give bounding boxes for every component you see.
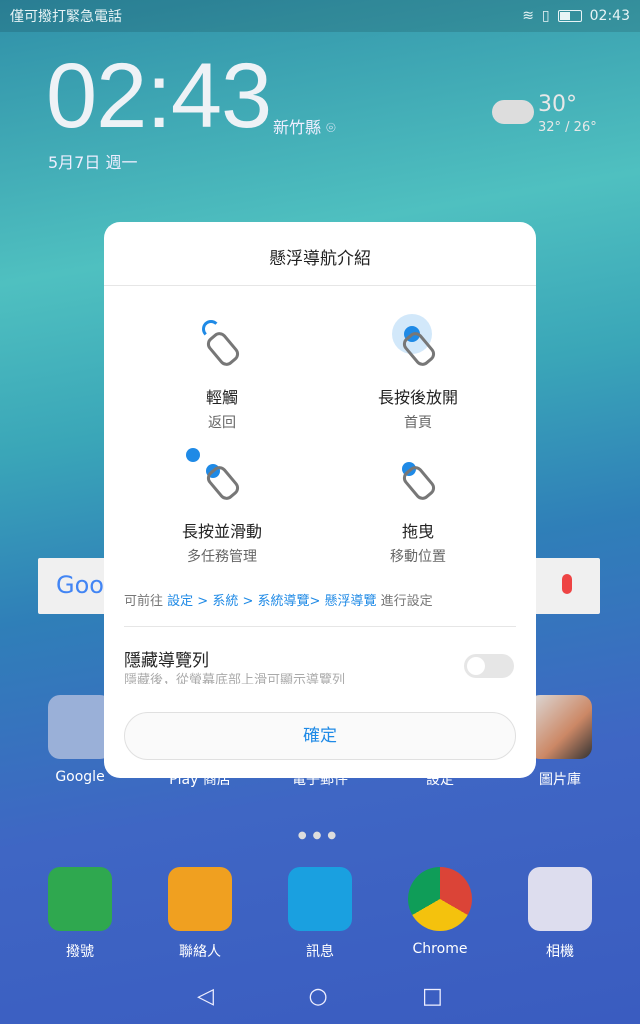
sim-alert-icon: ▯ — [541, 8, 550, 24]
folder-icon — [48, 695, 112, 759]
chrome-icon — [408, 867, 472, 931]
status-time: 02:43 — [589, 8, 630, 24]
hide-navbar-description: 隱藏後，從螢幕底部上滑可顯示導覽列 — [124, 673, 346, 684]
contacts-icon — [168, 867, 232, 931]
confirm-button[interactable]: 確定 — [124, 712, 516, 760]
gesture-tap: 輕觸 返回 — [122, 314, 322, 432]
dock-contacts[interactable]: 聯絡人 — [140, 867, 260, 961]
dock-phone[interactable]: 撥號 — [20, 867, 140, 961]
settings-hint: 可前往 設定 > 系統 > 系統導覽> 懸浮導覽 進行設定 — [124, 594, 433, 609]
hide-navbar-toggle[interactable] — [464, 654, 514, 678]
date: 5月7日 週一 — [48, 153, 138, 172]
cloud-icon — [492, 100, 534, 124]
status-left-text: 僅可撥打緊急電話 — [10, 9, 122, 25]
mic-icon[interactable] — [562, 574, 572, 594]
location: 新竹縣 ⌾ — [273, 118, 336, 137]
hide-navbar-label: 隱藏導覽列 — [124, 651, 209, 671]
slide-gesture-icon — [182, 448, 262, 508]
dock-camera[interactable]: 相機 — [500, 867, 620, 961]
location-pin-icon: ⌾ — [326, 118, 336, 137]
gesture-long-press-slide: 長按並滑動 多任務管理 — [122, 448, 322, 566]
dock-messages[interactable]: 訊息 — [260, 867, 380, 961]
back-icon[interactable]: ◁ — [197, 984, 214, 1009]
status-bar: 僅可撥打緊急電話 ≋ ▯ 02:43 — [0, 0, 640, 32]
divider — [124, 626, 516, 627]
gesture-long-press: 長按後放開 首頁 — [318, 314, 518, 432]
home-icon[interactable]: ○ — [308, 984, 327, 1009]
drag-gesture-icon — [378, 448, 458, 508]
messages-icon — [288, 867, 352, 931]
page-indicator: ●●● — [297, 830, 343, 841]
gesture-drag: 拖曳 移動位置 — [318, 448, 518, 566]
recents-icon[interactable]: □ — [422, 984, 443, 1009]
google-logo: Goo — [56, 571, 104, 599]
long-press-gesture-icon — [378, 314, 458, 374]
dock-chrome[interactable]: Chrome — [380, 867, 500, 957]
battery-icon — [557, 10, 582, 22]
temperature-range: 32° / 26° — [538, 120, 597, 135]
camera-icon — [528, 867, 592, 931]
tap-gesture-icon — [182, 314, 262, 374]
settings-path-link[interactable]: 設定 > 系統 > 系統導覽> 懸浮導覽 — [167, 594, 376, 609]
lockscreen-clock: 02:43 — [46, 45, 272, 147]
floating-nav-dialog: 懸浮導航介紹 輕觸 返回 長按後放開 首頁 長按並滑動 多任務管理 拖曳 移動位置 可前… — [104, 222, 536, 778]
phone-icon — [48, 867, 112, 931]
temperature: 30° — [538, 92, 577, 117]
dialog-title: 懸浮導航介紹 — [104, 222, 536, 286]
wifi-icon: ≋ — [522, 8, 534, 24]
gallery-icon — [528, 695, 592, 759]
